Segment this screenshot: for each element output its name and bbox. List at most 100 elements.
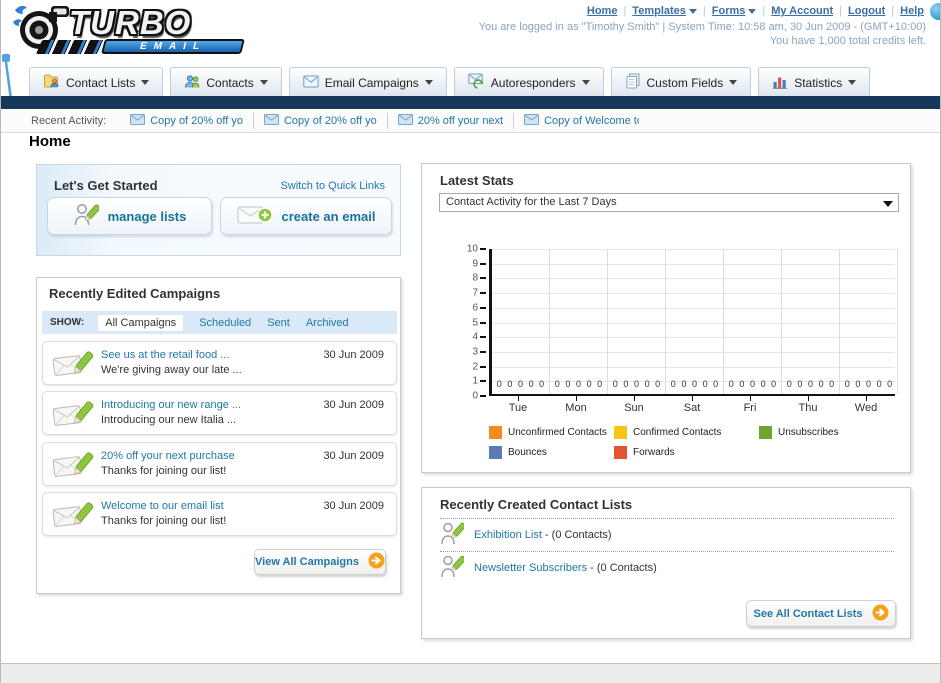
campaign-date: 30 Jun 2009 — [323, 450, 384, 462]
campaign-title-link[interactable]: 20% off your next purchase — [101, 449, 235, 464]
chart-legend: Unconfirmed Contacts Confirmed Contacts Un… — [489, 426, 839, 459]
envelope-pencil-icon — [52, 451, 94, 486]
value-label: 0 — [644, 379, 650, 389]
chevron-down-icon — [581, 80, 590, 85]
nav-separator: | — [623, 5, 627, 17]
y-tick-label: 2 — [472, 361, 478, 373]
campaign-title-link[interactable]: See us at the retail food ... — [101, 348, 242, 363]
tab-contact-lists[interactable]: Contact Lists — [29, 67, 164, 97]
legend-swatch-icon — [489, 426, 502, 439]
contact-list-name-link[interactable]: Newsletter Subscribers — [474, 562, 587, 574]
data-value-labels: 00000 — [842, 379, 895, 389]
view-all-campaigns-button[interactable]: View All Campaigns — [254, 549, 386, 575]
envelope-pencil-icon — [52, 501, 94, 536]
x-tick-label: Tue — [489, 396, 547, 416]
person-pencil-icon — [73, 202, 100, 231]
x-tick-label: Fri — [721, 396, 779, 416]
filter-scheduled[interactable]: Scheduled — [199, 317, 251, 329]
x-tick-mark — [866, 396, 867, 401]
campaign-title-link[interactable]: Welcome to our email list — [101, 499, 226, 514]
y-tick-mark — [480, 262, 486, 265]
campaign-title-link[interactable]: Introducing our new range ... — [101, 398, 241, 413]
y-tick-mark — [480, 380, 486, 383]
tab-email-campaigns[interactable]: Email Campaigns — [288, 67, 447, 97]
turbo-email-logo[interactable]: TURBO EMAIL — [11, 2, 261, 62]
recent-activity-link[interactable]: Copy of 20% off yo — [284, 115, 377, 127]
chevron-down-icon — [141, 80, 150, 85]
campaign-subtitle: We're giving away our late ... — [101, 364, 242, 376]
y-tick-mark — [480, 395, 486, 397]
envelope-icon — [524, 113, 540, 128]
filter-sent[interactable]: Sent — [267, 317, 290, 329]
recent-activity-item: 20% off your next — [386, 112, 513, 129]
campaign-row[interactable]: See us at the retail food ... We're givin… — [42, 341, 397, 385]
manage-lists-button[interactable]: manage lists — [47, 197, 212, 235]
nav-link-help[interactable]: Help — [900, 5, 924, 17]
value-label: 0 — [844, 379, 850, 389]
show-filter-label: SHOW: — [50, 317, 85, 328]
recent-activity-link[interactable]: Copy of 20% off yo — [150, 115, 243, 127]
envelope-pencil-icon — [52, 350, 94, 385]
y-tick-label: 8 — [472, 272, 478, 284]
tab-label: Contact Lists — [66, 75, 136, 90]
nav-link-home[interactable]: Home — [587, 5, 618, 17]
tab-autoresponders[interactable]: Autoresponders — [453, 67, 604, 97]
campaign-subtitle: Thanks for joining our list! — [101, 515, 227, 527]
nav-link-templates[interactable]: Templates — [632, 5, 697, 17]
contact-list-item[interactable]: Exhibition List - (0 Contacts) — [440, 518, 894, 551]
see-all-contact-lists-label: See All Contact Lists — [753, 607, 863, 620]
see-all-contact-lists-button[interactable]: See All Contact Lists — [746, 600, 896, 627]
tab-statistics[interactable]: Statistics — [758, 67, 871, 97]
create-an-email-button[interactable]: create an email — [220, 197, 392, 235]
value-label: 0 — [655, 379, 661, 389]
data-value-labels: 00000 — [494, 379, 547, 389]
filter-all-campaigns[interactable]: All Campaigns — [98, 314, 184, 331]
logo-brand-text: TURBO — [69, 4, 192, 41]
recent-activity-link[interactable]: 20% off your next — [418, 115, 503, 127]
tab-label: Statistics — [794, 75, 843, 90]
campaign-row[interactable]: Introducing our new range ... Introducing… — [42, 391, 397, 435]
recent-activity-link[interactable]: Copy of Welcome to — [544, 115, 639, 127]
data-value-labels: 00000 — [726, 379, 779, 389]
nav-separator: | — [839, 5, 843, 17]
x-tick-label: Wed — [837, 396, 895, 416]
value-label: 0 — [670, 379, 676, 389]
y-tick-label: 1 — [472, 375, 478, 387]
data-value-labels: 00000 — [784, 379, 837, 389]
nav-link-my-account[interactable]: My Account — [771, 5, 833, 17]
nav-link-logout[interactable]: Logout — [848, 5, 885, 17]
latest-stats-panel: Latest Stats Contact Activity for the La… — [421, 163, 911, 473]
login-info: You are logged in as "Timothy Smith" | S… — [478, 21, 926, 33]
value-label: 0 — [749, 379, 755, 389]
stats-period-select[interactable]: Contact Activity for the Last 7 Days — [439, 193, 899, 212]
person-pencil-icon — [440, 554, 466, 583]
y-tick-mark — [480, 306, 486, 309]
contact-list-item[interactable]: Newsletter Subscribers - (0 Contacts) — [440, 551, 894, 584]
legend-item-unconfirmed-contacts: Unconfirmed Contacts — [489, 426, 614, 439]
value-label: 0 — [855, 379, 861, 389]
latest-stats-title: Latest Stats — [440, 173, 514, 188]
value-label: 0 — [681, 379, 687, 389]
chevron-down-icon — [848, 80, 857, 85]
value-label: 0 — [565, 379, 571, 389]
x-tick-mark — [750, 396, 751, 401]
tab-custom-fields[interactable]: Custom Fields — [610, 67, 752, 97]
nav-link-forms[interactable]: Forms — [712, 5, 757, 17]
value-label: 0 — [807, 379, 813, 389]
y-tick-label: 10 — [466, 243, 478, 255]
recent-activity-item: Copy of 20% off yo — [252, 112, 387, 129]
y-tick-label: 7 — [472, 287, 478, 299]
value-label: 0 — [586, 379, 592, 389]
campaign-row[interactable]: 20% off your next purchase Thanks for joi… — [42, 442, 397, 486]
filter-archived[interactable]: Archived — [306, 317, 349, 329]
campaign-row[interactable]: Welcome to our email list Thanks for join… — [42, 492, 397, 536]
switch-to-quick-links-link[interactable]: Switch to Quick Links — [280, 180, 385, 192]
campaign-date: 30 Jun 2009 — [323, 500, 384, 512]
contact-list-name-link[interactable]: Exhibition List — [474, 529, 542, 541]
tab-contacts[interactable]: Contacts — [170, 67, 282, 97]
nav-separator: | — [702, 5, 706, 17]
value-label: 0 — [760, 379, 766, 389]
legend-swatch-icon — [759, 426, 772, 439]
statistics-icon — [772, 74, 788, 92]
manage-lists-label: manage lists — [107, 208, 187, 224]
